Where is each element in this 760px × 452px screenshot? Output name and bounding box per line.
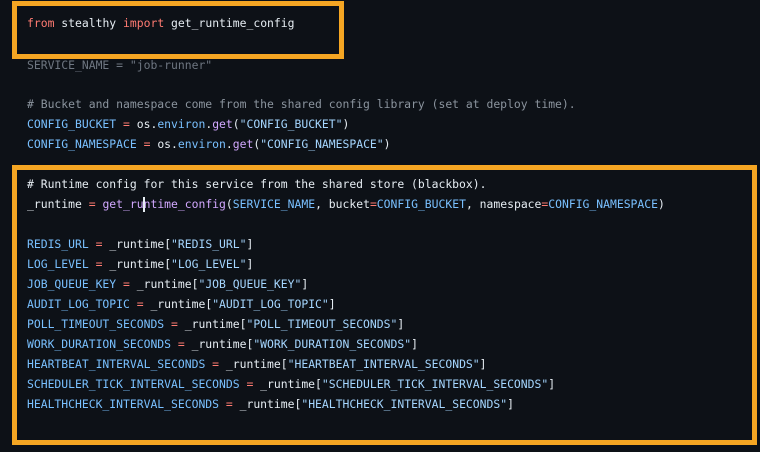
assignment-op: = — [212, 357, 220, 371]
service-name-var: SERVICE_NAME — [27, 58, 110, 72]
runtime-var: _runtime — [27, 197, 82, 211]
code-line-service-name: SERVICE_NAME = "job-runner" — [27, 57, 212, 73]
assignment-op: = — [171, 317, 178, 331]
assignment-key: "WORK_DURATION_SECONDS" — [253, 337, 412, 351]
code-line-config-bucket: CONFIG_BUCKET = os.environ.get("CONFIG_B… — [27, 117, 350, 131]
assignment-var: WORK_DURATION_SECONDS — [27, 337, 172, 351]
assignment-runtime-ref: _runtime — [184, 317, 240, 331]
assignment-var: POLL_TIMEOUT_SECONDS — [27, 317, 165, 331]
import-module: stealthy — [61, 16, 117, 30]
code-line-assignment: REDIS_URL = _runtime["REDIS_URL"] — [27, 237, 254, 251]
assignment-op: = — [136, 297, 144, 311]
assignment-runtime-ref: _runtime — [225, 357, 281, 371]
code-line-assignment: HEARTBEAT_INTERVAL_SECONDS = _runtime["H… — [27, 357, 487, 371]
code-editor[interactable]: SERVICE_NAME = "job-runner" # Bucket and… — [0, 0, 760, 452]
code-line-assignment: JOB_QUEUE_KEY = _runtime["JOB_QUEUE_KEY"… — [27, 277, 309, 291]
assignment-key: "HEALTHCHECK_INTERVAL_SECONDS" — [301, 397, 508, 411]
import-keyword: import — [123, 16, 165, 30]
runtime-val-namespace: CONFIG_NAMESPACE — [548, 197, 658, 211]
config-namespace-var: CONFIG_NAMESPACE — [27, 137, 137, 151]
service-name-op: = — [116, 58, 124, 72]
code-comment-runtime: # Runtime config for this service from t… — [27, 177, 487, 191]
config-bucket-var: CONFIG_BUCKET — [27, 117, 117, 131]
config-bucket-method: get — [212, 117, 233, 131]
runtime-kw-bucket: bucket — [328, 197, 370, 211]
assignment-var: AUDIT_LOG_TOPIC — [27, 297, 130, 311]
assignment-runtime-ref: _runtime — [109, 237, 165, 251]
assignment-var: REDIS_URL — [27, 237, 89, 251]
code-line-assignment: SCHEDULER_TICK_INTERVAL_SECONDS = _runti… — [27, 377, 556, 391]
assignment-var: JOB_QUEUE_KEY — [27, 277, 117, 291]
runtime-func-a: get_r — [102, 197, 137, 211]
code-line-assignment: LOG_LEVEL = _runtime["LOG_LEVEL"] — [27, 257, 254, 271]
assignment-runtime-ref: _runtime — [191, 337, 247, 351]
assignment-key: "POLL_TIMEOUT_SECONDS" — [246, 317, 398, 331]
assignment-op: = — [225, 397, 233, 411]
assignment-key: "SCHEDULER_TICK_INTERVAL_SECONDS" — [321, 377, 549, 391]
config-namespace-obj: os — [157, 137, 172, 151]
code-line-assignment: POLL_TIMEOUT_SECONDS = _runtime["POLL_TI… — [27, 317, 405, 331]
import-from-keyword: from — [27, 16, 55, 30]
runtime-val-bucket: CONFIG_BUCKET — [376, 197, 466, 211]
runtime-func-b: untime_config — [136, 197, 226, 211]
code-line-config-namespace: CONFIG_NAMESPACE = os.environ.get("CONFI… — [27, 137, 391, 151]
config-namespace-attr: environ — [177, 137, 226, 151]
code-comment-bucket: # Bucket and namespace come from the sha… — [27, 97, 576, 111]
assignment-key: "REDIS_URL" — [171, 237, 247, 251]
assignment-op: = — [177, 337, 185, 351]
config-namespace-arg: "CONFIG_NAMESPACE" — [260, 137, 384, 151]
code-line-assignment: HEALTHCHECK_INTERVAL_SECONDS = _runtime[… — [27, 397, 514, 411]
service-name-value: "job-runner" — [129, 58, 213, 72]
config-bucket-obj: os — [136, 117, 151, 131]
assignment-runtime-ref: _runtime — [136, 277, 192, 291]
assignment-runtime-ref: _runtime — [109, 257, 165, 271]
config-bucket-arg: "CONFIG_BUCKET" — [239, 117, 343, 131]
config-bucket-attr: environ — [157, 117, 206, 131]
assignment-op: = — [123, 277, 130, 291]
assignment-var: HEARTBEAT_INTERVAL_SECONDS — [27, 357, 206, 371]
assignment-var: LOG_LEVEL — [27, 257, 89, 271]
assignment-runtime-ref: _runtime — [150, 297, 206, 311]
import-name: get_runtime_config — [171, 16, 295, 30]
text-caret — [143, 197, 145, 212]
assignment-var: HEALTHCHECK_INTERVAL_SECONDS — [27, 397, 220, 411]
assignment-key: "LOG_LEVEL" — [171, 257, 247, 271]
runtime-op: = — [88, 197, 96, 211]
assignment-key: "HEARTBEAT_INTERVAL_SECONDS" — [287, 357, 480, 371]
assignment-var: SCHEDULER_TICK_INTERVAL_SECONDS — [27, 377, 240, 391]
code-line-runtime: _runtime = get_runtime_config(SERVICE_NA… — [27, 197, 665, 211]
assignment-key: "JOB_QUEUE_KEY" — [198, 277, 302, 291]
assignment-key: "AUDIT_LOG_TOPIC" — [212, 297, 329, 311]
config-bucket-op: = — [123, 117, 130, 131]
assignment-runtime-ref: _runtime — [239, 397, 295, 411]
runtime-arg-service: SERVICE_NAME — [232, 197, 316, 211]
code-line-assignment: AUDIT_LOG_TOPIC = _runtime["AUDIT_LOG_TO… — [27, 297, 336, 311]
assignment-runtime-ref: _runtime — [260, 377, 316, 391]
code-line-import: from stealthy import get_runtime_config — [27, 15, 295, 31]
config-namespace-method: get — [232, 137, 254, 151]
code-line-assignment: WORK_DURATION_SECONDS = _runtime["WORK_D… — [27, 337, 418, 351]
runtime-kw-namespace: namespace — [479, 197, 542, 211]
